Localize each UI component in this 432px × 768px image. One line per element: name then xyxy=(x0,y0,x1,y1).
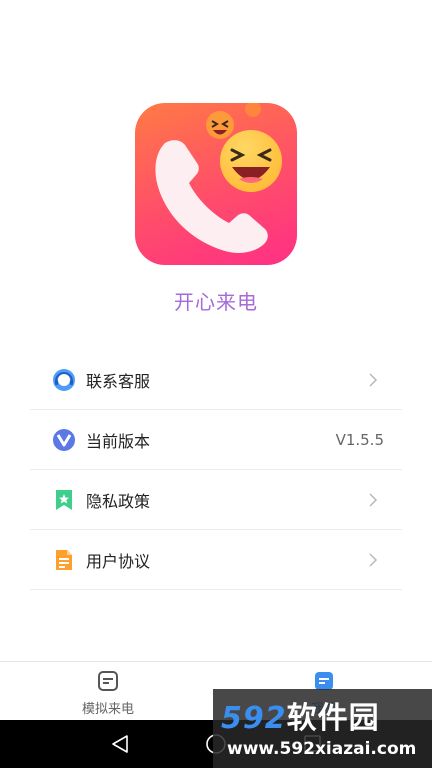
app-logo xyxy=(135,103,297,265)
bookmark-star-icon xyxy=(52,488,76,512)
menu-item-label: 联系客服 xyxy=(86,371,151,391)
version-v-icon xyxy=(52,428,76,452)
watermark-url: www.592xiazai.com xyxy=(227,739,417,759)
tab-simulate-call[interactable]: 模拟来电 xyxy=(0,662,216,720)
chevron-right-icon xyxy=(369,493,378,507)
settings-menu: 联系客服 当前版本 V1.5.5 隐私政策 用户协议 xyxy=(30,350,402,590)
headset-icon xyxy=(52,368,76,392)
menu-item-contact-service[interactable]: 联系客服 xyxy=(30,350,402,410)
menu-item-label: 当前版本 xyxy=(86,431,151,451)
watermark: 592软件园 www.592xiazai.com xyxy=(213,689,432,768)
chevron-right-icon xyxy=(369,373,378,387)
menu-item-user-agreement[interactable]: 用户协议 xyxy=(30,530,402,590)
phone-emoji-logo-icon xyxy=(155,103,282,253)
card-icon xyxy=(98,671,118,691)
version-value: V1.5.5 xyxy=(335,430,384,449)
menu-item-label: 隐私政策 xyxy=(86,491,151,511)
app-name: 开心来电 xyxy=(174,290,258,314)
watermark-brand: 592软件园 xyxy=(221,701,380,736)
menu-item-label: 用户协议 xyxy=(86,551,151,571)
document-icon xyxy=(52,548,76,572)
menu-item-current-version[interactable]: 当前版本 V1.5.5 xyxy=(30,410,402,470)
chevron-right-icon xyxy=(369,553,378,567)
menu-item-privacy-policy[interactable]: 隐私政策 xyxy=(30,470,402,530)
back-icon[interactable] xyxy=(112,735,128,753)
tab-label: 模拟来电 xyxy=(81,702,134,717)
